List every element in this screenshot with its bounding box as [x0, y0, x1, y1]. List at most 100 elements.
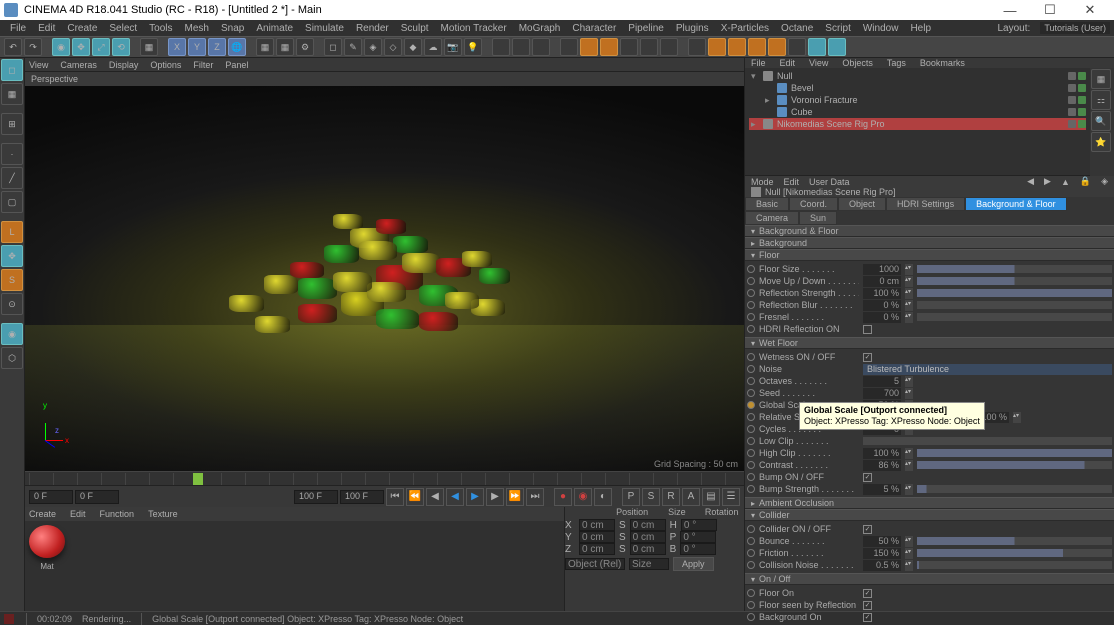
goto-end-button[interactable]: ⏭ — [526, 488, 544, 506]
viewmenu-cameras[interactable]: Cameras — [60, 60, 97, 70]
object-manager-tree[interactable]: ▾NullBevel▸Voronoi FractureCube▸Nikomedi… — [745, 68, 1090, 176]
anim-dot[interactable] — [747, 437, 755, 445]
toolbar-icon-15[interactable] — [788, 38, 806, 56]
anim-dot[interactable] — [747, 549, 755, 557]
model-mode-button[interactable]: ◻ — [1, 59, 23, 81]
record-button[interactable]: ● — [554, 488, 572, 506]
rot-p-input[interactable]: 0 ° — [680, 531, 716, 543]
scale-tool-button[interactable]: ⤢ — [92, 38, 110, 56]
anim-dot[interactable] — [747, 401, 755, 409]
anim-dot[interactable] — [747, 353, 755, 361]
ommenu-objects[interactable]: Objects — [842, 58, 873, 68]
checkbox[interactable]: ✓ — [863, 353, 872, 362]
anim-dot[interactable] — [747, 601, 755, 609]
tab-sun[interactable]: Sun — [799, 211, 837, 225]
am-lock[interactable]: 🔒 — [1080, 176, 1091, 187]
deformer-button[interactable]: ◆ — [404, 38, 422, 56]
slider[interactable] — [917, 449, 1112, 457]
tab-basic[interactable]: Basic — [745, 197, 789, 211]
om-search-button[interactable]: 🔍 — [1091, 111, 1111, 131]
value-input[interactable]: 0 % — [863, 300, 901, 311]
menu-simulate[interactable]: Simulate — [299, 23, 350, 34]
menu-mograph[interactable]: MoGraph — [513, 23, 567, 34]
anim-dot[interactable] — [747, 277, 755, 285]
material-preview[interactable] — [29, 525, 65, 558]
toolbar-icon-4[interactable] — [560, 38, 578, 56]
render-settings-button[interactable]: ⚙ — [296, 38, 314, 56]
pos-y-input[interactable]: 0 cm — [579, 531, 615, 543]
anim-dot[interactable] — [747, 449, 755, 457]
anim-dot[interactable] — [747, 389, 755, 397]
anim-dot[interactable] — [747, 537, 755, 545]
slider[interactable] — [917, 485, 1112, 493]
toolbar-icon-6[interactable] — [600, 38, 618, 56]
last-tool-button[interactable]: ▦ — [140, 38, 158, 56]
menu-help[interactable]: Help — [904, 23, 937, 34]
anim-dot[interactable] — [747, 301, 755, 309]
texture-mode-button[interactable]: ▦ — [1, 83, 23, 105]
menu-script[interactable]: Script — [819, 23, 857, 34]
menu-mesh[interactable]: Mesh — [179, 23, 215, 34]
om-item-voronoi-fracture[interactable]: ▸Voronoi Fracture — [749, 94, 1086, 106]
om-layer-button[interactable]: ▦ — [1091, 69, 1111, 89]
workplane-button[interactable]: ⊞ — [1, 113, 23, 135]
camera-button[interactable]: 📷 — [444, 38, 462, 56]
am-new[interactable]: ◈ — [1101, 176, 1108, 187]
tab-coord-[interactable]: Coord. — [789, 197, 838, 211]
checkbox[interactable]: ✓ — [863, 613, 872, 622]
pos-key-button[interactable]: P — [622, 488, 640, 506]
value-input[interactable]: 0 % — [863, 312, 901, 323]
subdiv-button[interactable]: ◈ — [364, 38, 382, 56]
tab-camera[interactable]: Camera — [745, 211, 799, 225]
anim-dot[interactable] — [747, 313, 755, 321]
slider[interactable] — [917, 461, 1112, 469]
section-onoff[interactable]: ▾On / Off — [745, 573, 1114, 585]
om-filter-button[interactable]: ⚏ — [1091, 90, 1111, 110]
light-button[interactable]: 💡 — [464, 38, 482, 56]
viewmenu-display[interactable]: Display — [109, 60, 139, 70]
value-input[interactable]: 1000 cm — [863, 264, 901, 275]
toolbar-icon-14[interactable] — [768, 38, 786, 56]
rot-h-input[interactable]: 0 ° — [681, 519, 717, 531]
menu-create[interactable]: Create — [61, 23, 103, 34]
menu-x-particles[interactable]: X-Particles — [715, 23, 775, 34]
matmenu-function[interactable]: Function — [100, 509, 135, 519]
tab-object[interactable]: Object — [838, 197, 886, 211]
anim-dot[interactable] — [747, 589, 755, 597]
menu-tools[interactable]: Tools — [143, 23, 178, 34]
value-input[interactable]: 0 cm — [863, 276, 901, 287]
soft-select-button[interactable]: ◉ — [1, 323, 23, 345]
render-view-button[interactable]: ▦ — [256, 38, 274, 56]
cube-button[interactable]: ◻ — [324, 38, 342, 56]
toolbar-icon-5[interactable] — [580, 38, 598, 56]
toolbar-icon-1[interactable] — [492, 38, 510, 56]
menu-motion-tracker[interactable]: Motion Tracker — [435, 23, 513, 34]
toolbar-icon-2[interactable] — [512, 38, 530, 56]
points-mode-button[interactable]: · — [1, 143, 23, 165]
anim-dot[interactable] — [747, 377, 755, 385]
toolbar-icon-12[interactable] — [728, 38, 746, 56]
tab-hdri-settings[interactable]: HDRI Settings — [886, 197, 965, 211]
select[interactable]: Blistered Turbulence — [863, 364, 1112, 375]
anim-dot[interactable] — [747, 325, 755, 333]
world-button[interactable]: 🌐 — [228, 38, 246, 56]
prev-frame-button[interactable]: ◀ — [426, 488, 444, 506]
tweak-button[interactable]: ⬡ — [1, 347, 23, 369]
value-input[interactable]: 86 % — [863, 460, 901, 471]
next-key-button[interactable]: ⏩ — [506, 488, 524, 506]
axis-y-button[interactable]: Y — [188, 38, 206, 56]
anim-dot[interactable] — [747, 365, 755, 373]
om-item-cube[interactable]: Cube — [749, 106, 1086, 118]
checkbox[interactable]: ✓ — [863, 473, 872, 482]
frame-current-input[interactable]: 0 F — [75, 490, 119, 504]
value-input[interactable]: 700 — [863, 388, 901, 399]
checkbox[interactable] — [863, 325, 872, 334]
checkbox[interactable]: ✓ — [863, 525, 872, 534]
redo-button[interactable]: ↷ — [24, 38, 42, 56]
anim-dot[interactable] — [747, 613, 755, 621]
value-input[interactable]: 5 % — [863, 484, 901, 495]
keysel-button[interactable]: ◐ — [594, 488, 612, 506]
size-y-input[interactable]: 0 cm — [630, 531, 666, 543]
slider[interactable] — [917, 265, 1112, 273]
value-input[interactable]: 100 % — [863, 448, 901, 459]
